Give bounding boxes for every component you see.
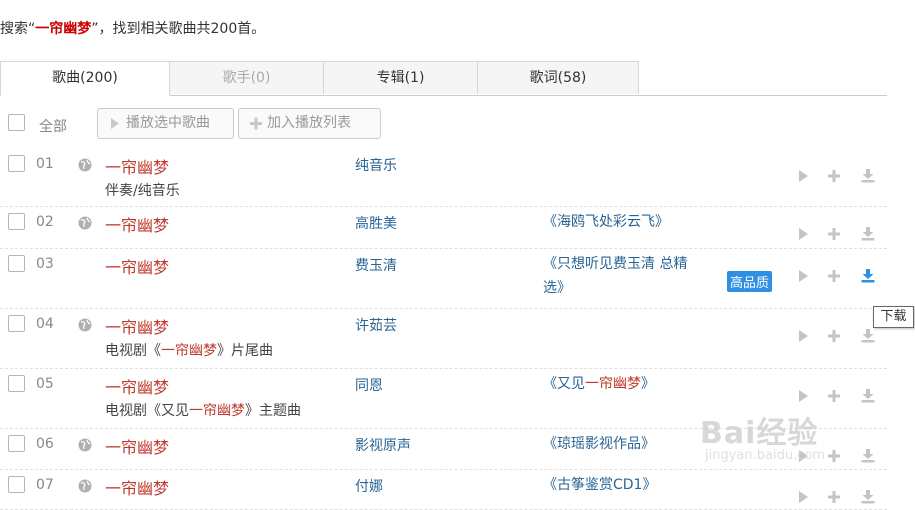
text-segment: 电视剧《 [105,343,161,359]
download-icon[interactable] [861,329,875,343]
song-checkbox[interactable] [8,255,25,272]
plus-icon[interactable] [827,169,841,183]
text-segment: 《海鸥飞处彩云飞》 [543,214,669,230]
select-all-label: 全部 [39,119,67,135]
result-tabs: 歌曲(200) 歌手(0) 专辑(1) 歌词(58) [0,61,887,96]
text-segment: 《又见 [543,376,585,392]
song-number: 03 [36,256,54,272]
text-segment: 一帘幽梦 [189,403,245,419]
album-link[interactable]: 《海鸥飞处彩云飞》 [543,210,708,234]
artist-link[interactable]: 许茹芸 [355,315,397,335]
song-number: 02 [36,214,54,230]
play-icon[interactable] [796,329,810,343]
artist-link[interactable]: 纯音乐 [355,155,397,175]
plus-icon[interactable] [827,389,841,403]
artist-link[interactable]: 同恩 [355,375,383,395]
play-icon[interactable] [796,389,810,403]
globe-icon [78,318,92,332]
plus-icon[interactable] [827,269,841,283]
song-checkbox[interactable] [8,375,25,392]
text-segment: 《琼瑶影视作品》 [543,436,655,452]
high-quality-badge: 高品质 [727,271,773,292]
song-title-link[interactable]: 一帘幽梦 [105,434,169,458]
song-title-link[interactable]: 一帘幽梦 [105,254,169,278]
play-icon[interactable] [796,169,810,183]
song-number: 07 [36,477,54,493]
album-link[interactable]: 《古筝鉴赏CD1》 [543,473,708,497]
plus-icon[interactable] [827,490,841,504]
play-selected-button[interactable]: 播放选中歌曲 [97,108,234,139]
globe-icon [78,479,92,493]
song-number: 01 [36,156,54,172]
plus-icon[interactable] [827,227,841,241]
text-segment: 》主题曲 [245,403,301,419]
tab-songs[interactable]: 歌曲(200) [0,61,170,96]
globe-icon [78,216,92,230]
artist-link[interactable]: 费玉清 [355,255,397,275]
watermark: Bai经验 jingyan.baidu.com [700,416,825,463]
text-segment: 一帘幽梦 [161,343,217,359]
text-segment: 电视剧《又见 [105,403,189,419]
play-icon [111,118,119,129]
download-icon[interactable] [861,269,875,283]
tab-lyrics[interactable]: 歌词(58) [477,61,639,94]
search-keyword: 一帘幽梦 [35,21,92,37]
add-to-playlist-button[interactable]: 加入播放列表 [238,108,381,139]
song-title-link[interactable]: 一帘幽梦 [105,475,169,499]
download-icon[interactable] [861,449,875,463]
song-title-link[interactable]: 一帘幽梦 [105,314,169,338]
song-checkbox[interactable] [8,213,25,230]
song-note: 电视剧《一帘幽梦》片尾曲 [105,340,273,360]
song-checkbox[interactable] [8,315,25,332]
globe-icon [78,438,92,452]
tab-singers[interactable]: 歌手(0) [169,61,324,94]
song-number: 05 [36,376,54,392]
song-title-link[interactable]: 一帘幽梦 [105,154,169,178]
artist-link[interactable]: 付娜 [355,476,383,496]
text-segment: 《古筝鉴赏CD1》 [543,477,657,493]
play-icon[interactable] [796,227,810,241]
search-summary: 搜索“一帘幽梦”，找到相关歌曲共200首。 [0,21,266,37]
song-number: 04 [36,316,54,332]
text-segment: 一帘幽梦 [585,376,641,392]
download-icon[interactable] [861,490,875,504]
download-icon[interactable] [861,169,875,183]
song-checkbox[interactable] [8,476,25,493]
plus-icon[interactable] [827,329,841,343]
album-link[interactable]: 《只想听见费玉清 总精选》 [543,252,708,300]
song-title-link[interactable]: 一帘幽梦 [105,212,169,236]
plus-icon [250,117,262,130]
text-segment: 伴奏/纯音乐 [105,183,180,199]
song-note: 电视剧《又见一帘幽梦》主题曲 [105,400,301,420]
artist-link[interactable]: 影视原声 [355,435,411,455]
artist-link[interactable]: 高胜美 [355,213,397,233]
text-segment: 》 [641,376,655,392]
play-icon[interactable] [796,269,810,283]
song-note: 伴奏/纯音乐 [105,180,180,200]
album-link[interactable]: 《琼瑶影视作品》 [543,432,708,456]
text-segment: 《只想听见费玉清 总精选》 [543,256,688,296]
select-all-checkbox[interactable] [8,114,25,131]
text-segment: 》片尾曲 [217,343,273,359]
song-checkbox[interactable] [8,435,25,452]
download-icon[interactable] [861,227,875,241]
album-link[interactable]: 《又见一帘幽梦》 [543,372,708,396]
download-tooltip: 下载 [873,306,914,328]
play-icon[interactable] [796,490,810,504]
globe-icon [78,158,92,172]
tab-albums[interactable]: 专辑(1) [323,61,478,94]
download-icon[interactable] [861,389,875,403]
song-title-link[interactable]: 一帘幽梦 [105,374,169,398]
song-checkbox[interactable] [8,155,25,172]
song-number: 06 [36,436,54,452]
plus-icon[interactable] [827,449,841,463]
